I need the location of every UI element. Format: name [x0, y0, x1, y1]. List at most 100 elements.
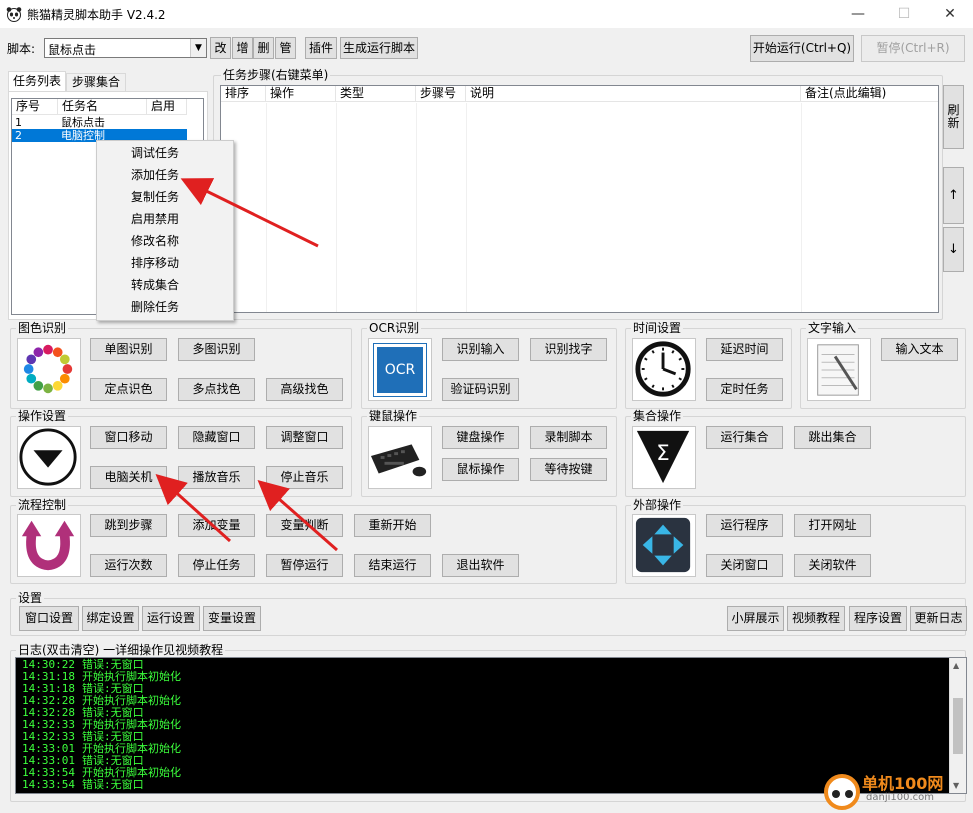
- scroll-thumb[interactable]: [953, 698, 963, 754]
- exit-software-button[interactable]: 退出软件: [442, 554, 519, 577]
- dropdown-arrow-icon: [17, 426, 81, 489]
- multi-point-color-button[interactable]: 多点找色: [178, 378, 255, 401]
- menu-item-to-collection[interactable]: 转成集合: [98, 274, 232, 296]
- edit-script-button[interactable]: 改: [210, 37, 231, 59]
- column-header[interactable]: 步骤号: [416, 86, 466, 102]
- script-select-value: 鼠标点击: [48, 43, 97, 57]
- window-move-button[interactable]: 窗口移动: [90, 426, 167, 449]
- menu-item-reorder[interactable]: 排序移动: [98, 252, 232, 274]
- notepad-icon: [807, 338, 871, 401]
- text-input-label: 文字输入: [806, 321, 859, 335]
- column-header[interactable]: 操作: [266, 86, 336, 102]
- move-up-button[interactable]: ↑: [943, 167, 964, 224]
- tab-task-list[interactable]: 任务列表: [8, 71, 66, 92]
- stop-task-button[interactable]: 停止任务: [178, 554, 255, 577]
- log-time: 14:33:54: [22, 778, 75, 791]
- keyboard-action-button[interactable]: 键盘操作: [442, 426, 519, 449]
- menu-item-delete-task[interactable]: 删除任务: [98, 296, 232, 318]
- column-header[interactable]: 类型: [336, 86, 416, 102]
- window-title: 熊猫精灵脚本助手 V2.4.2: [27, 8, 166, 22]
- column-header[interactable]: 序号: [12, 99, 58, 115]
- maximize-button[interactable]: ☐: [881, 0, 927, 28]
- fixed-point-color-button[interactable]: 定点识色: [90, 378, 167, 401]
- play-music-button[interactable]: 播放音乐: [178, 466, 255, 489]
- column-header[interactable]: 备注(点此编辑): [801, 86, 938, 102]
- title-bar: 熊猫精灵脚本助手 V2.4.2 — ☐ ✕: [0, 0, 973, 28]
- keymouse-label: 键鼠操作: [367, 409, 420, 423]
- plugin-button[interactable]: 插件: [305, 37, 337, 59]
- task-steps-list[interactable]: 排序 操作 类型 步骤号 说明 备注(点此编辑): [220, 85, 939, 313]
- color-wheel-icon: [17, 338, 81, 401]
- resize-window-button[interactable]: 调整窗口: [266, 426, 343, 449]
- column-header[interactable]: 启用: [147, 99, 187, 115]
- run-collection-button[interactable]: 运行集合: [706, 426, 783, 449]
- menu-item-toggle-enable[interactable]: 启用禁用: [98, 208, 232, 230]
- menu-item-add-task[interactable]: 添加任务: [98, 164, 232, 186]
- pause-button[interactable]: 暂停(Ctrl+R): [861, 35, 965, 62]
- run-program-button[interactable]: 运行程序: [706, 514, 783, 537]
- script-select[interactable]: 鼠标点击 ▼: [44, 38, 207, 58]
- wait-key-button[interactable]: 等待按键: [530, 458, 607, 481]
- pause-run-button[interactable]: 暂停运行: [266, 554, 343, 577]
- small-screen-button[interactable]: 小屏展示: [727, 606, 784, 631]
- log-line: 14:33:01 开始执行脚本初始化: [16, 743, 966, 755]
- single-image-recognize-button[interactable]: 单图识别: [90, 338, 167, 361]
- restart-button[interactable]: 重新开始: [354, 514, 431, 537]
- run-count-button[interactable]: 运行次数: [90, 554, 167, 577]
- multi-image-recognize-button[interactable]: 多图识别: [178, 338, 255, 361]
- task-context-menu: 调试任务 添加任务 复制任务 启用禁用 修改名称 排序移动 转成集合 删除任务: [96, 140, 234, 321]
- add-variable-button[interactable]: 添加变量: [178, 514, 255, 537]
- delete-script-button[interactable]: 删: [253, 37, 274, 59]
- run-settings-button[interactable]: 运行设置: [142, 606, 200, 631]
- variable-check-button[interactable]: 变量判断: [266, 514, 343, 537]
- hide-window-button[interactable]: 隐藏窗口: [178, 426, 255, 449]
- end-run-button[interactable]: 结束运行: [354, 554, 431, 577]
- shutdown-button[interactable]: 电脑关机: [90, 466, 167, 489]
- open-url-button[interactable]: 打开网址: [794, 514, 871, 537]
- program-settings-button[interactable]: 程序设置: [849, 606, 907, 631]
- update-log-button[interactable]: 更新日志: [910, 606, 967, 631]
- menu-item-copy-task[interactable]: 复制任务: [98, 186, 232, 208]
- video-tutorial-button[interactable]: 视频教程: [787, 606, 845, 631]
- captcha-recognize-button[interactable]: 验证码识别: [442, 378, 519, 401]
- column-header[interactable]: 说明: [466, 86, 801, 102]
- minimize-button[interactable]: —: [835, 0, 881, 28]
- tab-step-collection[interactable]: 步骤集合: [66, 73, 126, 92]
- log-message: 错误:无窗口: [82, 778, 144, 791]
- jump-step-button[interactable]: 跳到步骤: [90, 514, 167, 537]
- exit-collection-button[interactable]: 跳出集合: [794, 426, 871, 449]
- generate-script-button[interactable]: 生成运行脚本: [340, 37, 418, 59]
- ocr-input-button[interactable]: 识别输入: [442, 338, 519, 361]
- variable-settings-button[interactable]: 变量设置: [203, 606, 261, 631]
- mouse-action-button[interactable]: 鼠标操作: [442, 458, 519, 481]
- stop-music-button[interactable]: 停止音乐: [266, 466, 343, 489]
- log-label: 日志(双击清空) 一详细操作见视频教程: [16, 643, 226, 657]
- watermark-brand: 单机100网: [862, 774, 944, 793]
- ocr-icon-text: OCR: [373, 343, 427, 397]
- record-script-button[interactable]: 录制脚本: [530, 426, 607, 449]
- move-down-button[interactable]: ↓: [943, 227, 964, 272]
- manage-script-button[interactable]: 管: [275, 37, 296, 59]
- add-script-button[interactable]: 增: [232, 37, 253, 59]
- loop-arrows-icon: [17, 514, 81, 577]
- ocr-find-text-button[interactable]: 识别找字: [530, 338, 607, 361]
- menu-item-debug-task[interactable]: 调试任务: [98, 142, 232, 164]
- chevron-down-icon[interactable]: ▼: [190, 39, 206, 57]
- row-task-name: 鼠标点击: [61, 116, 105, 129]
- close-window-button[interactable]: 关闭窗口: [706, 554, 783, 577]
- refresh-button[interactable]: 刷新: [943, 85, 964, 149]
- column-header[interactable]: 任务名: [58, 99, 147, 115]
- delay-time-button[interactable]: 延迟时间: [706, 338, 783, 361]
- input-text-button[interactable]: 输入文本: [881, 338, 958, 361]
- column-header[interactable]: 排序: [221, 86, 266, 102]
- bind-settings-button[interactable]: 绑定设置: [82, 606, 139, 631]
- scroll-up-icon[interactable]: ▲: [953, 661, 959, 670]
- scheduled-task-button[interactable]: 定时任务: [706, 378, 783, 401]
- table-row[interactable]: 1 鼠标点击: [12, 116, 203, 129]
- close-software-button[interactable]: 关闭软件: [794, 554, 871, 577]
- close-button[interactable]: ✕: [927, 0, 973, 28]
- menu-item-rename[interactable]: 修改名称: [98, 230, 232, 252]
- window-settings-button[interactable]: 窗口设置: [19, 606, 79, 631]
- start-run-button[interactable]: 开始运行(Ctrl+Q): [750, 35, 854, 62]
- advanced-color-button[interactable]: 高级找色: [266, 378, 343, 401]
